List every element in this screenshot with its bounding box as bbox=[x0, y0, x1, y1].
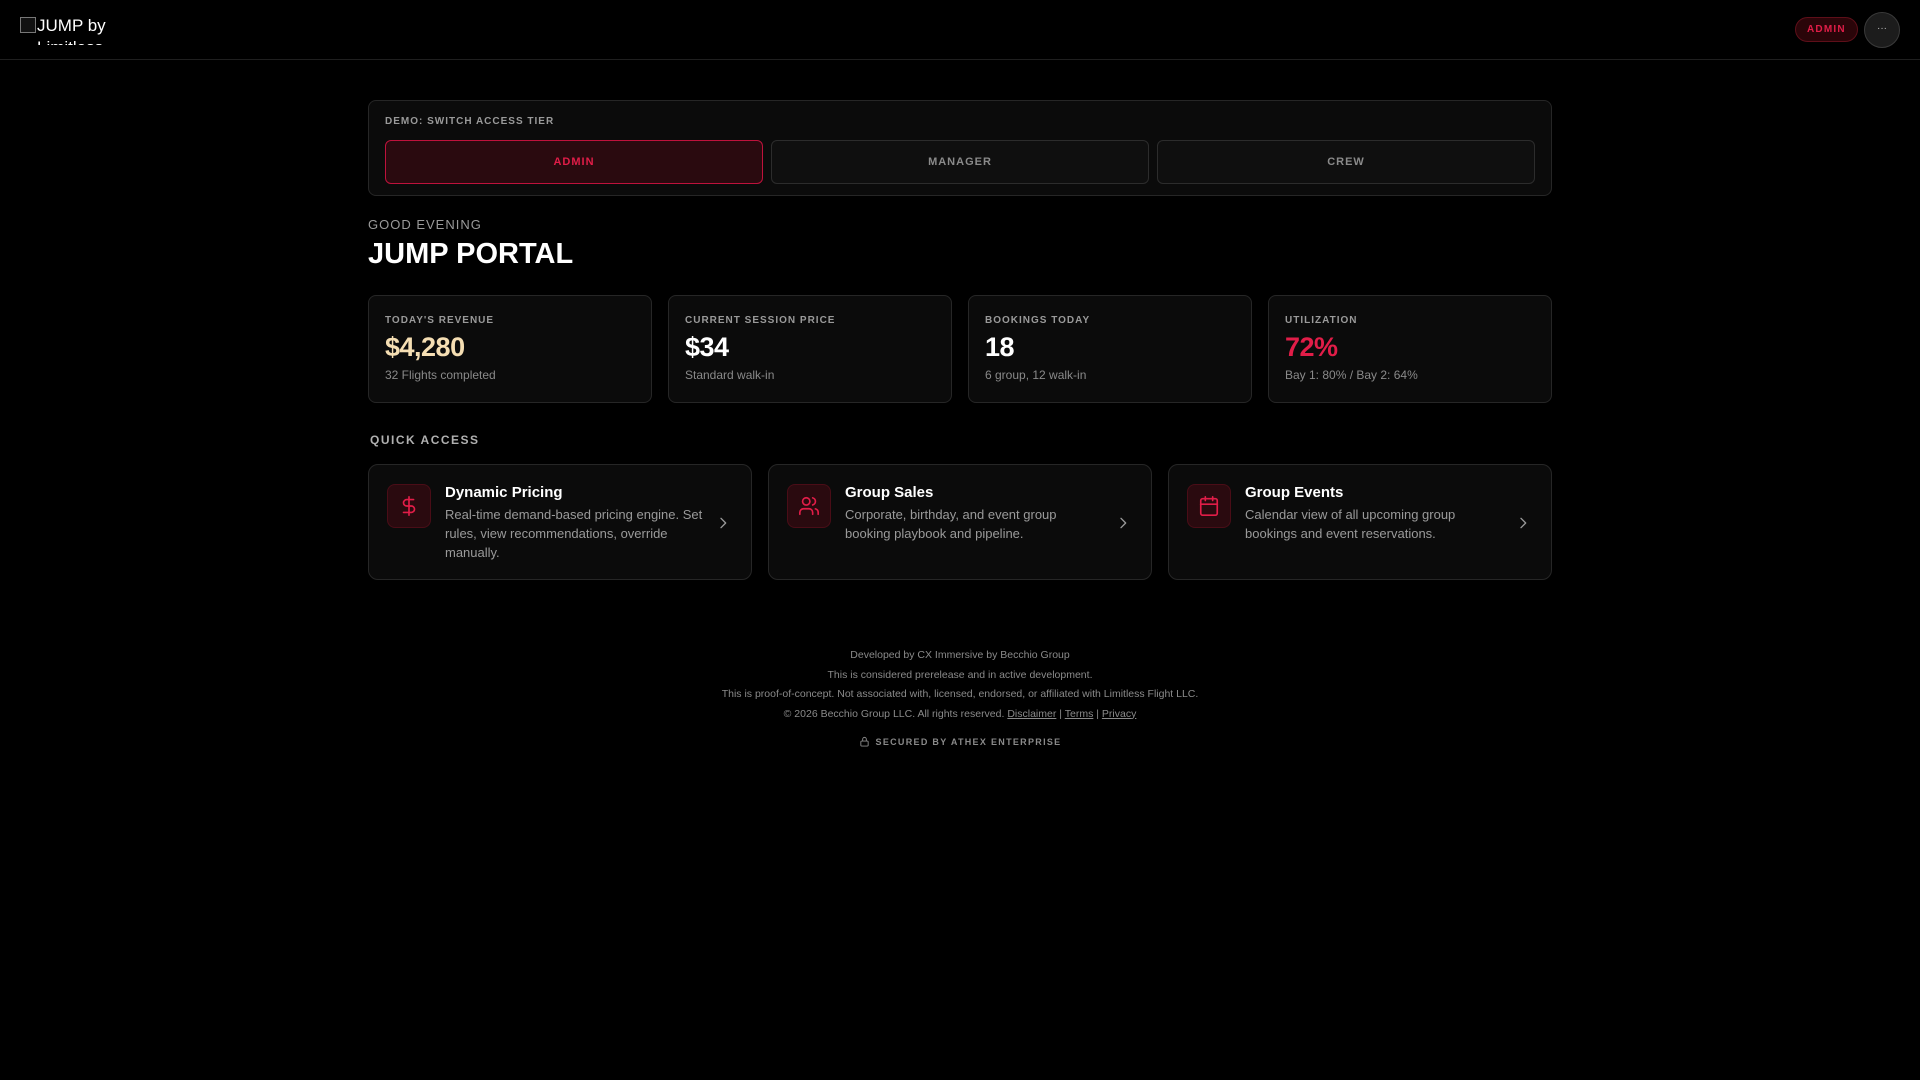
top-bar: JUMP by Limitless Flight ADMIN ··· bbox=[0, 0, 1920, 60]
footer-disclaimer-line: This is proof-of-concept. Not associated… bbox=[721, 688, 1199, 700]
stat-label: BOOKINGS TODAY bbox=[985, 315, 1091, 326]
quick-access-dynamic-pricing[interactable]: Dynamic Pricing Real-time demand-based p… bbox=[368, 464, 752, 580]
chevron-right-icon bbox=[1520, 517, 1527, 529]
stat-value: 72% bbox=[1285, 332, 1338, 362]
footer-copyright-line: © 2026 Becchio Group LLC. All rights res… bbox=[0, 705, 1920, 725]
card-description: Calendar view of all upcoming group book… bbox=[1245, 507, 1456, 541]
stat-card-session-price: CURRENT SESSION PRICE $34 Standard walk-… bbox=[668, 295, 952, 403]
greeting: GOOD EVENING bbox=[368, 217, 482, 232]
stat-card-bookings: BOOKINGS TODAY 18 6 group, 12 walk-in bbox=[968, 295, 1252, 403]
tier-manager-button[interactable]: MANAGER bbox=[771, 140, 1149, 184]
quick-access-group-sales[interactable]: Group Sales Corporate, birthday, and eve… bbox=[768, 464, 1152, 580]
stat-label: UTILIZATION bbox=[1285, 315, 1358, 326]
stat-value: $4,280 bbox=[385, 332, 465, 362]
stat-label: CURRENT SESSION PRICE bbox=[685, 315, 836, 326]
tier-switcher-label: DEMO: SWITCH ACCESS TIER bbox=[385, 116, 555, 127]
tier-crew-button[interactable]: CREW bbox=[1157, 140, 1535, 184]
calendar-icon bbox=[1187, 484, 1231, 528]
role-badge: ADMIN bbox=[1795, 17, 1858, 42]
footer: Developed by CX Immersive by Becchio Gro… bbox=[0, 646, 1920, 724]
stat-value: $34 bbox=[685, 332, 729, 362]
page-title: JUMP PORTAL bbox=[368, 238, 574, 270]
disclaimer-link[interactable]: Disclaimer bbox=[1007, 708, 1056, 720]
lock-icon bbox=[859, 736, 869, 747]
stat-card-utilization: UTILIZATION 72% Bay 1: 80% / Bay 2: 64% bbox=[1268, 295, 1552, 403]
stat-subtext: Bay 1: 80% / Bay 2: 64% bbox=[1285, 368, 1418, 382]
privacy-link[interactable]: Privacy bbox=[1102, 708, 1136, 720]
stat-subtext: 32 Flights completed bbox=[385, 368, 496, 382]
terms-link[interactable]: Terms bbox=[1065, 708, 1094, 720]
footer-developer-line: Developed by CX Immersive by Becchio Gro… bbox=[850, 649, 1070, 661]
secured-badge: SECURED BY ATHEX ENTERPRISE bbox=[0, 736, 1920, 747]
card-description: Real-time demand-based pricing engine. S… bbox=[445, 507, 703, 560]
footer-prerelease-line: This is considered prerelease and in act… bbox=[827, 668, 1093, 681]
link-separator: | bbox=[1059, 707, 1063, 720]
stat-subtext: 6 group, 12 walk-in bbox=[985, 368, 1087, 382]
stat-label: TODAY'S REVENUE bbox=[385, 315, 495, 326]
quick-access-heading: QUICK ACCESS bbox=[370, 433, 480, 447]
link-separator: | bbox=[1096, 707, 1099, 720]
card-title: Group Events bbox=[1245, 484, 1344, 501]
tier-admin-button[interactable]: ADMIN bbox=[385, 140, 763, 184]
stat-card-revenue: TODAY'S REVENUE $4,280 32 Flights comple… bbox=[368, 295, 652, 403]
copyright-text: © 2026 Becchio Group LLC. All rights res… bbox=[783, 707, 1005, 720]
logo[interactable]: JUMP by Limitless Flight bbox=[20, 15, 130, 45]
chevron-right-icon bbox=[1120, 517, 1127, 529]
card-title: Dynamic Pricing bbox=[445, 484, 563, 501]
stat-value: 18 bbox=[985, 332, 1015, 362]
chevron-right-icon bbox=[720, 517, 727, 529]
stat-subtext: Standard walk-in bbox=[685, 368, 775, 382]
users-icon bbox=[787, 484, 831, 528]
card-title: Group Sales bbox=[845, 484, 934, 501]
broken-image-icon bbox=[20, 17, 36, 33]
dollar-icon bbox=[387, 484, 431, 528]
access-tier-switcher: DEMO: SWITCH ACCESS TIER ADMIN MANAGER C… bbox=[368, 100, 1552, 196]
card-description: Corporate, birthday, and event group boo… bbox=[845, 507, 1057, 541]
quick-access-group-events[interactable]: Group Events Calendar view of all upcomi… bbox=[1168, 464, 1552, 580]
account-menu-button[interactable]: ··· bbox=[1864, 12, 1900, 48]
secured-text: SECURED BY ATHEX ENTERPRISE bbox=[875, 736, 1062, 747]
logo-alt-text: JUMP by Limitless Flight bbox=[37, 16, 106, 45]
